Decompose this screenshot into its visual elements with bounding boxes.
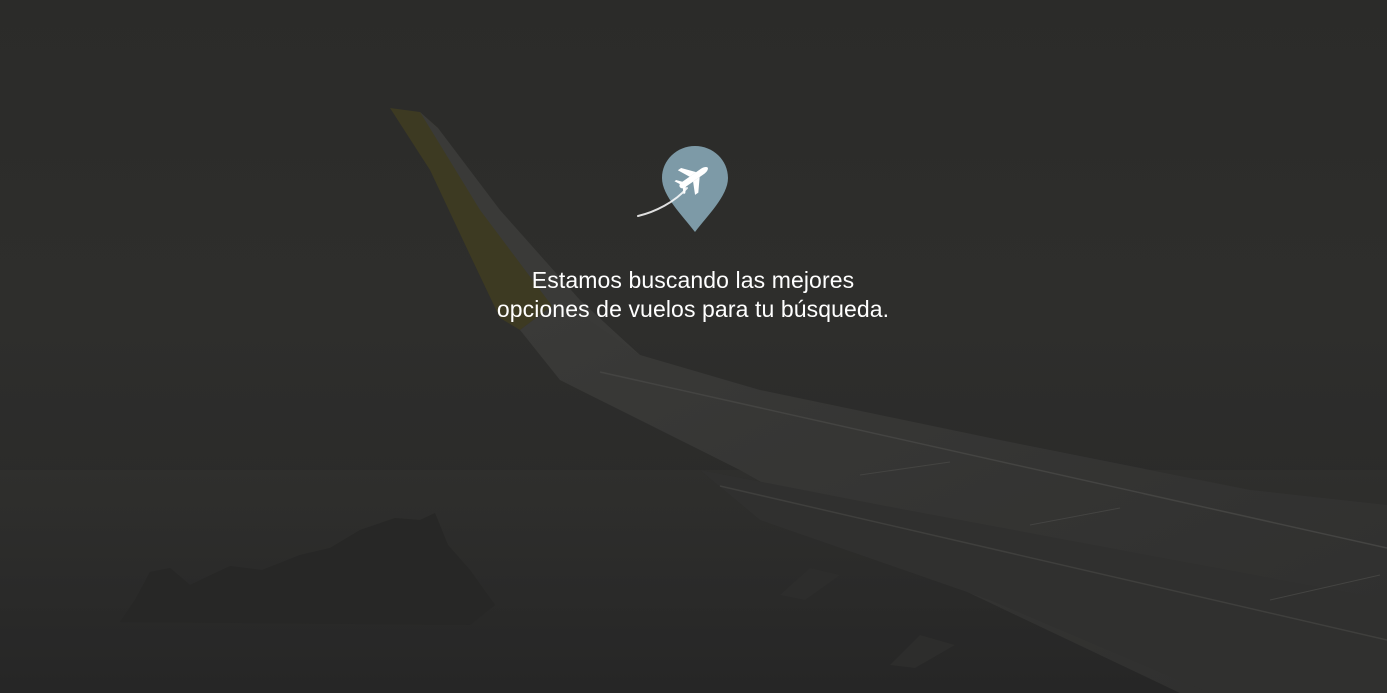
loading-screen: Estamos buscando las mejores opciones de… bbox=[0, 0, 1387, 693]
loading-message-line-2: opciones de vuelos para tu búsqueda. bbox=[496, 296, 890, 322]
loading-message: Estamos buscando las mejores opciones de… bbox=[393, 266, 993, 324]
plane-location-pin-icon bbox=[637, 146, 728, 232]
loading-message-line-1: Estamos buscando las mejores bbox=[531, 267, 855, 293]
search-loader: Estamos buscando las mejores opciones de… bbox=[0, 0, 1387, 693]
